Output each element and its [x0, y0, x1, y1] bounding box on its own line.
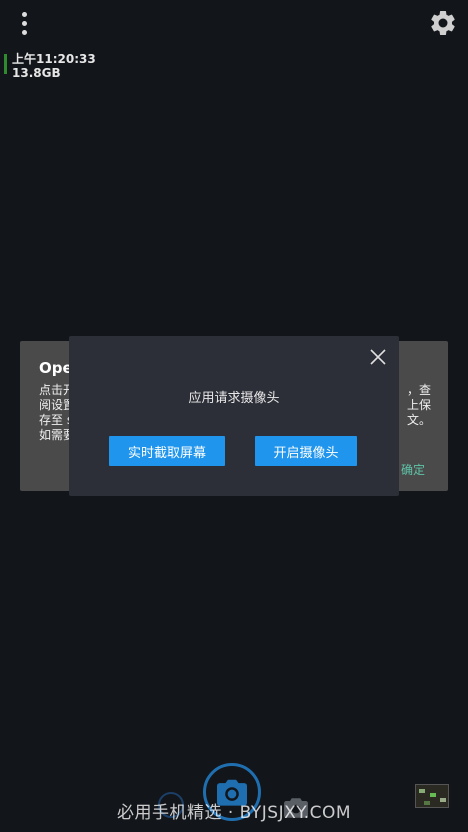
body-line-right-3: 文。 — [406, 413, 431, 427]
open-camera-button[interactable]: 开启摄像头 — [255, 436, 357, 466]
storage-label: 13.8GB — [12, 66, 61, 80]
close-icon[interactable] — [369, 348, 387, 366]
permission-dialog: 应用请求摄像头 实时截取屏幕 开启摄像头 — [69, 336, 399, 496]
more-vert-icon[interactable] — [14, 10, 34, 38]
status-readout: 上午11:20:33 13.8GB — [4, 52, 96, 80]
time-label: 上午11:20:33 — [12, 52, 96, 66]
body-line-right-1: ，查 — [406, 383, 431, 397]
watermark-text: 必用手机精选 · BYJSJXY.COM — [116, 803, 352, 823]
gear-icon[interactable] — [428, 8, 458, 38]
level-bar — [4, 54, 7, 74]
ok-button[interactable]: 确定 — [401, 461, 425, 478]
screen-capture-button[interactable]: 实时截取屏幕 — [109, 436, 225, 466]
permission-message: 应用请求摄像头 — [188, 391, 280, 406]
body-line-right-2: 上保 — [406, 398, 431, 412]
body-line-3: 存至 s — [39, 413, 74, 427]
